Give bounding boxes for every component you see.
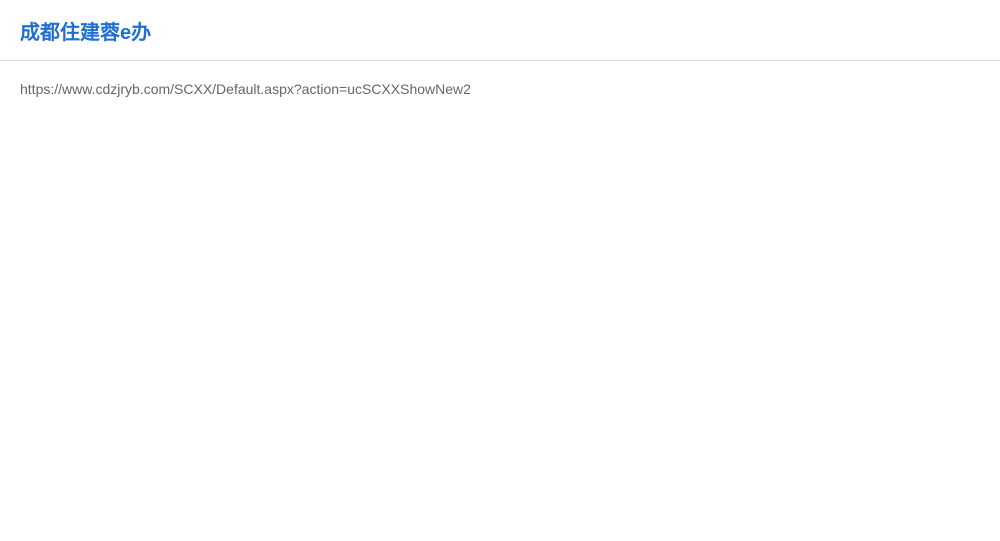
- page-url: https://www.cdzjryb.com/SCXX/Default.asp…: [20, 81, 471, 97]
- site-header: 成都住建蓉e办: [0, 0, 1000, 61]
- site-title: 成都住建蓉e办: [20, 21, 152, 44]
